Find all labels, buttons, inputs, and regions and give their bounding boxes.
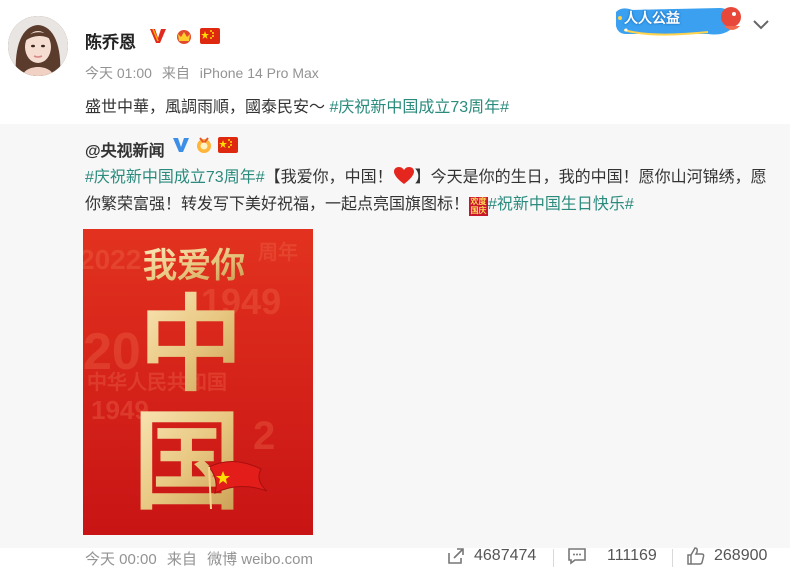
post-time[interactable]: 今天 01:00: [85, 65, 152, 81]
poster-char-zhong: 中: [139, 288, 243, 404]
comment-icon: [568, 548, 586, 565]
v-badge-icon[interactable]: [148, 27, 168, 45]
repost-badges: [172, 136, 238, 154]
poster-image[interactable]: 2022 1949 20 中华人民共和国 1949 2 周年 我爱你 中 国: [83, 229, 313, 535]
source-prefix: 来自: [161, 65, 190, 81]
user-badges: [148, 27, 220, 45]
post-text: 盛世中華，風調雨順，國泰民安～: [85, 99, 330, 116]
heart-icon: [393, 167, 414, 184]
comment-button[interactable]: 111169: [567, 546, 657, 566]
thumbs-up-icon: [687, 547, 705, 565]
svg-text:2: 2: [253, 414, 275, 458]
repost-meta: 今天 00:00 来自 微博 weibo.com: [85, 548, 313, 569]
like-button[interactable]: 268900: [686, 546, 767, 566]
repost-topic-link[interactable]: #庆祝新中国成立73周年#: [85, 169, 265, 186]
repost-source: 微博 weibo.com: [207, 551, 313, 568]
weibo-post: 陈乔恩 今天 01:00 来自 iPhone 14 Pro Max 盛世中華，風…: [0, 0, 790, 587]
repost-text-part1: 【我爱你，中国！: [264, 169, 393, 186]
share-icon: [448, 548, 464, 564]
repost-button[interactable]: 4687474: [446, 546, 536, 566]
post-content: 盛世中華，風調雨順，國泰民安～ #庆祝新中国成立73周年#: [85, 93, 509, 117]
post-meta: 今天 01:00 来自 iPhone 14 Pro Max: [85, 63, 319, 83]
poster-headline: 我爱你: [143, 247, 245, 285]
avatar[interactable]: [8, 16, 68, 76]
china-flag-icon: [218, 137, 238, 153]
repost-author[interactable]: @央视新闻: [85, 137, 165, 161]
medal-icon[interactable]: [195, 136, 213, 154]
crown-icon[interactable]: [174, 27, 194, 45]
promo-label[interactable]: 人人公益: [624, 8, 680, 28]
poster-bg-char: 周年: [258, 240, 298, 264]
repost-time[interactable]: 今天 00:00: [85, 551, 157, 568]
national-day-badge-icon: 欢度 国庆: [469, 197, 489, 216]
chevron-down-icon[interactable]: [752, 17, 770, 31]
repost-source-prefix: 来自: [166, 551, 197, 568]
divider: [553, 549, 554, 567]
comment-count: 111169: [607, 547, 657, 564]
repost-text: #庆祝新中国成立73周年#【我爱你，中国！ 】今天是你的生日，我的中国！愿你山河锦…: [85, 164, 775, 218]
china-flag-icon: [200, 27, 220, 45]
post-source: iPhone 14 Pro Max: [199, 65, 319, 81]
repost-count: 4687474: [474, 547, 537, 564]
like-count: 268900: [714, 547, 768, 564]
blue-v-icon[interactable]: [172, 137, 190, 153]
poster-bg-year2: 2022: [83, 244, 141, 275]
topic-link[interactable]: #庆祝新中国成立73周年#: [329, 99, 509, 116]
username[interactable]: 陈乔恩: [85, 28, 136, 53]
repost-topic2-link[interactable]: #祝新中国生日快乐#: [488, 196, 634, 213]
divider: [672, 549, 673, 567]
